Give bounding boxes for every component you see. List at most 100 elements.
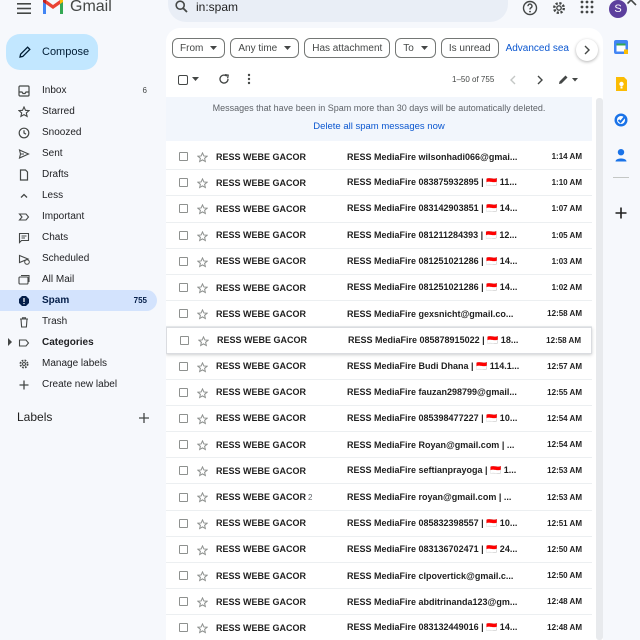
email-row[interactable]: RESS WEBE GACOR RESS MediaFire 0812510212…	[166, 249, 592, 275]
star-icon[interactable]	[198, 336, 209, 347]
star-icon[interactable]	[197, 309, 208, 320]
row-checkbox[interactable]	[179, 597, 188, 607]
search-icon[interactable]	[175, 0, 188, 13]
calendar-app-button[interactable]	[613, 39, 629, 55]
row-checkbox[interactable]	[179, 178, 188, 188]
row-checkbox[interactable]	[179, 283, 188, 293]
star-icon[interactable]	[197, 230, 208, 242]
sidebar-item[interactable]: Manage labels	[0, 353, 157, 374]
star-icon[interactable]	[197, 492, 208, 503]
row-checkbox[interactable]	[179, 152, 188, 162]
email-row[interactable]: RESS WEBE GACOR RESS MediaFire 0831429038…	[166, 196, 592, 223]
sidebar-item-categories[interactable]: Categories	[0, 332, 157, 353]
star-icon[interactable]	[197, 597, 208, 608]
star-icon[interactable]	[197, 571, 208, 582]
star-icon[interactable]	[197, 204, 208, 215]
row-checkbox[interactable]	[179, 413, 188, 423]
sidebar-item[interactable]: Scheduled	[0, 248, 157, 269]
filter-chip[interactable]: Any time	[230, 38, 300, 58]
row-checkbox[interactable]	[179, 544, 188, 554]
filter-chip[interactable]: To	[395, 38, 436, 58]
row-checkbox[interactable]	[179, 230, 188, 240]
older-page-button[interactable]	[536, 74, 544, 86]
email-row[interactable]: RESS WEBE GACOR RESS MediaFire 0812112843…	[166, 223, 592, 249]
sidebar-item[interactable]: Important	[0, 206, 157, 227]
delete-all-spam-link[interactable]: Delete all spam messages now	[166, 121, 592, 132]
input-tools-button[interactable]	[558, 74, 578, 85]
scroll-chips-button[interactable]	[576, 39, 598, 61]
gmail-logo[interactable]: Gmail	[42, 0, 112, 16]
email-row[interactable]: RESS WEBE GACOR RESS MediaFire abditrinan…	[166, 589, 592, 616]
star-icon[interactable]	[197, 544, 208, 556]
sidebar-item[interactable]: Create new label	[0, 374, 157, 395]
sidebar-item-spam[interactable]: Spam 755	[0, 290, 157, 311]
email-row[interactable]: RESS WEBE GACOR RESS MediaFire clpovertic…	[166, 563, 592, 590]
row-checkbox[interactable]	[180, 335, 189, 345]
sidebar-item[interactable]: Sent	[0, 143, 157, 164]
sidebar-item[interactable]: Trash	[0, 311, 157, 332]
create-label-button[interactable]	[138, 412, 150, 424]
sidebar-item[interactable]: Drafts	[0, 164, 157, 185]
refresh-button[interactable]	[218, 73, 230, 85]
email-row[interactable]: RESS WEBE GACOR RESS MediaFire seftianpra…	[166, 458, 592, 485]
newer-page-button[interactable]	[509, 74, 517, 86]
email-row[interactable]: RESS WEBE GACOR RESS MediaFire 0853984772…	[166, 406, 592, 433]
row-checkbox[interactable]	[179, 492, 188, 502]
email-row[interactable]: RESS WEBE GACOR RESS MediaFire 0858789150…	[166, 327, 592, 354]
star-icon[interactable]	[197, 152, 208, 163]
account-avatar[interactable]: S	[607, 0, 629, 20]
sidebar-item[interactable]: Less	[0, 185, 157, 206]
get-add-ons-button[interactable]	[613, 205, 629, 221]
email-row[interactable]: RESS WEBE GACOR RESS MediaFire gexsnicht@…	[166, 301, 592, 328]
email-row[interactable]: RESS WEBE GACOR RESS MediaFire 0838759328…	[166, 170, 592, 197]
settings-button[interactable]	[551, 0, 567, 16]
main-menu-button[interactable]	[14, 0, 34, 16]
star-icon[interactable]	[197, 623, 208, 634]
filter-chip[interactable]: From	[172, 38, 226, 58]
star-icon[interactable]	[197, 178, 208, 189]
caret-down-icon[interactable]	[192, 77, 199, 82]
email-row[interactable]: RESS WEBE GACOR RESS MediaFire Budi Dhana…	[166, 354, 592, 380]
sidebar-item[interactable]: Inbox 6	[0, 80, 157, 101]
row-checkbox[interactable]	[179, 309, 188, 319]
more-actions-button[interactable]	[246, 73, 252, 85]
row-checkbox[interactable]	[179, 518, 188, 528]
star-icon[interactable]	[197, 518, 208, 530]
advanced-search-link[interactable]: Advanced sea	[503, 38, 569, 58]
star-icon[interactable]	[197, 256, 208, 268]
sidebar-item[interactable]: Starred	[0, 101, 157, 122]
keep-app-button[interactable]	[613, 76, 629, 92]
select-all-checkbox[interactable]	[178, 75, 188, 85]
contacts-app-button[interactable]	[613, 147, 629, 163]
star-icon[interactable]	[197, 282, 208, 294]
row-checkbox[interactable]	[179, 571, 188, 581]
row-checkbox[interactable]	[179, 361, 188, 371]
email-row[interactable]: RESS WEBE GACOR RESS MediaFire Royan@gmai…	[166, 432, 592, 459]
support-button[interactable]	[522, 0, 538, 16]
filter-chip[interactable]: Has attachment	[304, 38, 391, 58]
row-checkbox[interactable]	[179, 387, 188, 397]
sidebar-item[interactable]: Chats	[0, 227, 157, 248]
row-checkbox[interactable]	[179, 466, 188, 476]
sidebar-item[interactable]: Snoozed	[0, 122, 157, 143]
sidebar-item[interactable]: All Mail	[0, 269, 157, 290]
tasks-app-button[interactable]	[613, 112, 629, 128]
row-checkbox[interactable]	[179, 204, 188, 214]
row-checkbox[interactable]	[179, 256, 188, 266]
expand-caret-icon[interactable]	[7, 338, 13, 346]
email-row[interactable]: RESS WEBE GACOR 2 RESS MediaFire royan@gma…	[166, 484, 592, 511]
row-checkbox[interactable]	[179, 623, 188, 633]
star-icon[interactable]	[197, 440, 208, 451]
star-icon[interactable]	[197, 466, 208, 477]
email-row[interactable]: RESS WEBE GACOR RESS MediaFire 0831367024…	[166, 537, 592, 563]
email-row[interactable]: RESS WEBE GACOR RESS MediaFire 0812510212…	[166, 275, 592, 302]
star-icon[interactable]	[197, 413, 208, 425]
list-scrollbar[interactable]	[596, 98, 603, 640]
row-checkbox[interactable]	[179, 440, 188, 450]
email-row[interactable]: RESS WEBE GACOR RESS MediaFire fauzan2987…	[166, 380, 592, 406]
search-input[interactable]	[196, 0, 436, 15]
compose-button[interactable]: Compose	[6, 34, 98, 70]
email-row[interactable]: RESS WEBE GACOR RESS MediaFire 0858323985…	[166, 511, 592, 537]
star-icon[interactable]	[197, 387, 208, 399]
email-row[interactable]: RESS WEBE GACOR RESS MediaFire wilsonhadi…	[166, 144, 592, 171]
